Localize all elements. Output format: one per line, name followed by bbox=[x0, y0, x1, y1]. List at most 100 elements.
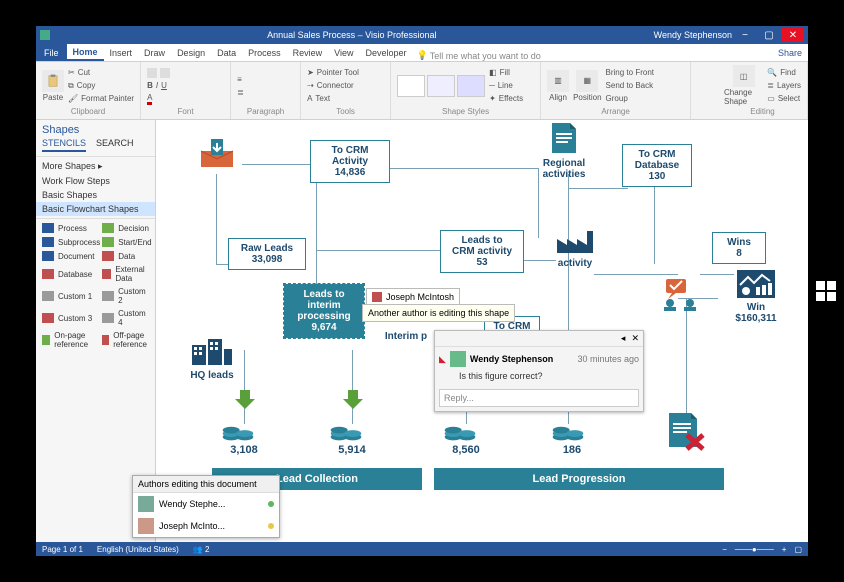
author-row[interactable]: Joseph McInto... bbox=[133, 515, 279, 537]
style-swatch[interactable] bbox=[457, 75, 485, 97]
coauthor-tip-text: Another author is editing this shape bbox=[368, 308, 509, 318]
position-button[interactable]: ▦Position bbox=[573, 70, 601, 102]
node-wins[interactable]: Wins 8 bbox=[712, 232, 766, 264]
group-button[interactable]: Group bbox=[606, 93, 654, 105]
window-maximize-button[interactable]: ▢ bbox=[758, 28, 780, 42]
tab-data[interactable]: Data bbox=[211, 44, 242, 61]
shapes-tab-search[interactable]: SEARCH bbox=[96, 138, 134, 152]
tab-view[interactable]: View bbox=[328, 44, 359, 61]
window-minimize-button[interactable]: − bbox=[734, 28, 756, 42]
stencil-item[interactable]: Start/End bbox=[102, 237, 152, 247]
tab-file[interactable]: File bbox=[36, 44, 67, 61]
select-button[interactable]: ▭Select bbox=[767, 93, 801, 105]
stencil-item[interactable]: Custom 1 bbox=[42, 287, 100, 305]
stencil-label: Document bbox=[58, 252, 94, 261]
share-button[interactable]: Share bbox=[772, 44, 808, 61]
stencil-label: Custom 3 bbox=[58, 314, 92, 323]
fit-page-button[interactable]: ▢ bbox=[794, 545, 802, 554]
node-activity[interactable]: activity bbox=[548, 224, 602, 270]
send-back-button[interactable]: Send to Back bbox=[606, 80, 654, 92]
connector bbox=[568, 188, 628, 189]
shapes-cat-more[interactable]: More Shapes ▸ bbox=[42, 159, 149, 174]
node-leads-interim[interactable]: Leads to interim processing 9,674 bbox=[284, 284, 364, 338]
shapes-cat-flowchart[interactable]: Basic Flowchart Shapes bbox=[36, 202, 155, 216]
stencil-item[interactable]: Process bbox=[42, 223, 100, 233]
line-button[interactable]: ─Line bbox=[489, 80, 523, 92]
fill-button[interactable]: ◧Fill bbox=[489, 67, 523, 79]
shapes-tab-stencils[interactable]: STENCILS bbox=[42, 138, 86, 152]
font-color-button[interactable]: A bbox=[147, 93, 170, 105]
tab-review[interactable]: Review bbox=[287, 44, 329, 61]
stencil-item[interactable]: Custom 3 bbox=[42, 309, 100, 327]
layers-button[interactable]: ≣Layers bbox=[767, 80, 801, 92]
align-button[interactable]: ▥Align bbox=[547, 70, 569, 102]
node-leads-crm-activity[interactable]: Leads to CRM activity 53 bbox=[440, 230, 524, 273]
bring-front-button[interactable]: Bring to Front bbox=[606, 67, 654, 79]
coauthor-count-button[interactable]: 👥 2 bbox=[193, 545, 210, 554]
tab-developer[interactable]: Developer bbox=[359, 44, 412, 61]
stencil-item[interactable]: Off-page reference bbox=[102, 331, 152, 349]
comment-prev-button[interactable]: ◂ bbox=[621, 333, 626, 344]
stencil-label: Database bbox=[58, 270, 92, 279]
stencil-item[interactable]: On-page reference bbox=[42, 331, 100, 349]
cut-button[interactable]: ✂Cut bbox=[68, 67, 134, 79]
connector bbox=[654, 174, 655, 264]
connector-tool-button[interactable]: ⇢Connector bbox=[307, 80, 359, 92]
stencil-item[interactable]: External Data bbox=[102, 265, 152, 283]
font-picker[interactable] bbox=[147, 67, 170, 79]
paste-button[interactable]: Paste bbox=[42, 70, 64, 102]
find-icon: 🔍 bbox=[767, 68, 777, 77]
bullets-button[interactable]: ≣ bbox=[237, 86, 244, 98]
stencil-item[interactable]: Data bbox=[102, 251, 152, 261]
align-left-button[interactable]: ≡ bbox=[237, 73, 244, 85]
tellme-search[interactable]: 💡 Tell me what you want to do bbox=[417, 50, 541, 61]
change-shape-button[interactable]: ◫Change Shape bbox=[724, 65, 763, 106]
comment-close-button[interactable]: ✕ bbox=[631, 333, 639, 344]
stencil-item[interactable]: Database bbox=[42, 265, 100, 283]
stencil-item[interactable]: Custom 2 bbox=[102, 287, 152, 305]
node-interim-p[interactable]: Interim p bbox=[376, 330, 436, 343]
zoom-out-button[interactable]: − bbox=[722, 545, 727, 554]
people-chat-icon[interactable] bbox=[656, 276, 704, 315]
node-regional-activities[interactable]: Regional activities bbox=[534, 120, 594, 181]
stencil-item[interactable]: Document bbox=[42, 251, 100, 261]
stencil-item[interactable]: Custom 4 bbox=[102, 309, 152, 327]
shapes-cat-basic[interactable]: Basic Shapes bbox=[42, 188, 149, 202]
font-bold-italic[interactable]: B I U bbox=[147, 80, 170, 92]
pointer-tool-button[interactable]: ➤Pointer Tool bbox=[307, 67, 359, 79]
tab-process[interactable]: Process bbox=[242, 44, 287, 61]
presence-indicator-icon bbox=[268, 501, 274, 507]
tab-draw[interactable]: Draw bbox=[138, 44, 171, 61]
doc-rejected-icon bbox=[664, 410, 706, 455]
find-button[interactable]: 🔍Find bbox=[767, 67, 801, 79]
stencil-item[interactable]: Subprocess bbox=[42, 237, 100, 247]
node-to-crm-activity[interactable]: To CRM Activity 14,836 bbox=[310, 140, 390, 183]
node-raw-leads[interactable]: Raw Leads 33,098 bbox=[228, 238, 306, 270]
lightbulb-icon: 💡 bbox=[417, 50, 428, 61]
stencil-item[interactable]: Decision bbox=[102, 223, 152, 233]
style-swatch[interactable] bbox=[397, 75, 425, 97]
signed-in-user[interactable]: Wendy Stephenson bbox=[654, 30, 732, 40]
tab-design[interactable]: Design bbox=[171, 44, 211, 61]
shapes-cat-workflow[interactable]: Work Flow Steps bbox=[42, 174, 149, 188]
node-hq-leads[interactable]: HQ leads bbox=[184, 336, 240, 382]
window-close-button[interactable]: ✕ bbox=[782, 28, 804, 42]
copy-button[interactable]: ⧉Copy bbox=[68, 80, 134, 92]
node-win-total[interactable]: Win $160,311 bbox=[728, 268, 784, 325]
author-row[interactable]: Wendy Stephe... bbox=[133, 493, 279, 515]
effects-button[interactable]: ✦Effects bbox=[489, 93, 523, 105]
tab-home[interactable]: Home bbox=[67, 44, 104, 61]
status-page[interactable]: Page 1 of 1 bbox=[42, 545, 83, 554]
status-language[interactable]: English (United States) bbox=[97, 545, 179, 554]
zoom-in-button[interactable]: + bbox=[782, 545, 787, 554]
comment-reply-input[interactable]: Reply... bbox=[439, 389, 639, 407]
inbox-icon[interactable] bbox=[196, 136, 238, 177]
tab-insert[interactable]: Insert bbox=[104, 44, 139, 61]
style-swatch[interactable] bbox=[427, 75, 455, 97]
zoom-slider[interactable]: ───●─── bbox=[735, 545, 774, 554]
text-tool-button[interactable]: AText bbox=[307, 93, 359, 105]
format-painter-button[interactable]: 🖌Format Painter bbox=[68, 93, 134, 105]
node-to-crm-database[interactable]: To CRM Database 130 bbox=[622, 144, 692, 187]
format-painter-icon: 🖌 bbox=[68, 94, 78, 103]
coins-icon bbox=[442, 418, 478, 447]
